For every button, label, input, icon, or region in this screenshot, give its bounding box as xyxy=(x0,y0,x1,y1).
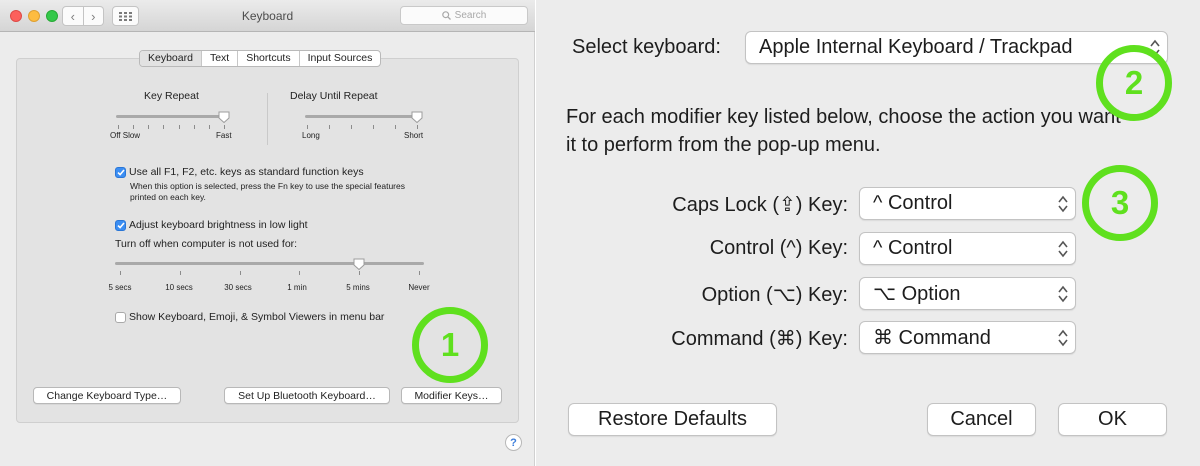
tab-bar: Keyboard Text Shortcuts Input Sources xyxy=(139,50,382,67)
turn-off-tick-label: 10 secs xyxy=(165,283,193,292)
ok-button[interactable]: OK xyxy=(1058,403,1167,436)
turn-off-tick-label: 30 secs xyxy=(224,283,252,292)
updown-arrows-icon xyxy=(1058,195,1068,213)
key-repeat-title: Key Repeat xyxy=(144,90,199,102)
tab-input-sources[interactable]: Input Sources xyxy=(298,51,381,66)
turn-off-tick-label: 5 secs xyxy=(108,283,132,292)
fn-keys-checkbox[interactable] xyxy=(115,167,126,178)
caps-lock-label: Caps Lock (⇪) Key: xyxy=(672,194,848,216)
delay-slider-knob[interactable] xyxy=(411,111,423,123)
delay-max-label: Short xyxy=(404,131,424,140)
updown-arrows-icon xyxy=(1058,329,1068,347)
slider-tick xyxy=(329,125,330,129)
step-marker-1: 1 xyxy=(412,307,488,383)
option-key-label: Option (⌥) Key: xyxy=(701,284,848,306)
slider-tick xyxy=(239,271,241,275)
slider-tick xyxy=(395,125,396,129)
option-key-popup[interactable]: ⌥ Option xyxy=(859,277,1076,310)
search-icon xyxy=(441,11,451,20)
fn-keys-label: Use all F1, F2, etc. keys as standard fu… xyxy=(129,166,364,178)
search-placeholder: Search xyxy=(454,10,487,21)
slider-tick xyxy=(417,125,418,129)
select-keyboard-value: Apple Internal Keyboard / Trackpad xyxy=(759,36,1073,58)
step-marker-2: 2 xyxy=(1096,45,1172,121)
turn-off-tick-label: Never xyxy=(408,283,430,292)
command-key-popup[interactable]: ⌘ Command xyxy=(859,321,1076,354)
slider-tick xyxy=(419,271,420,275)
brightness-label: Adjust keyboard brightness in low light xyxy=(129,219,308,231)
turn-off-slider-knob[interactable] xyxy=(353,258,365,270)
viewers-label: Show Keyboard, Emoji, & Symbol Viewers i… xyxy=(129,311,385,323)
delay-until-repeat-title: Delay Until Repeat xyxy=(290,90,378,102)
checkmark-icon xyxy=(116,222,125,229)
slider-divider xyxy=(267,93,268,145)
command-key-value: ⌘ Command xyxy=(873,327,991,349)
keyboard-preferences-window: ‹ › Keyboard Search Keyboard Text Shortc… xyxy=(0,0,535,466)
slider-tick xyxy=(359,271,361,275)
change-keyboard-type-button[interactable]: Change Keyboard Type… xyxy=(33,387,181,404)
tab-shortcuts[interactable]: Shortcuts xyxy=(237,51,298,66)
key-repeat-slider-knob[interactable] xyxy=(218,111,230,123)
updown-arrows-icon xyxy=(1058,285,1068,303)
slider-tick xyxy=(224,125,225,129)
slider-tick xyxy=(163,125,165,129)
fn-keys-description: When this option is selected, press the … xyxy=(130,181,405,202)
select-keyboard-label: Select keyboard: xyxy=(572,36,721,58)
slider-tick xyxy=(351,125,352,129)
slider-tick xyxy=(120,271,121,275)
slider-tick xyxy=(299,271,301,275)
restore-defaults-button[interactable]: Restore Defaults xyxy=(568,403,777,436)
cancel-button[interactable]: Cancel xyxy=(927,403,1036,436)
slider-tick xyxy=(373,125,374,129)
delay-track xyxy=(305,115,421,118)
slider-tick xyxy=(148,125,150,129)
modifier-keys-button[interactable]: Modifier Keys… xyxy=(401,387,502,404)
help-button[interactable]: ? xyxy=(505,434,522,451)
control-key-label: Control (^) Key: xyxy=(709,237,848,259)
tab-keyboard[interactable]: Keyboard xyxy=(140,51,201,66)
key-repeat-min-label: Off Slow xyxy=(110,131,141,140)
control-key-popup[interactable]: ^ Control xyxy=(859,232,1076,265)
caps-lock-value: ^ Control xyxy=(873,192,953,214)
key-repeat-max-label: Fast xyxy=(216,131,232,140)
slider-tick xyxy=(179,271,181,275)
turn-off-tick-label: 5 mins xyxy=(346,283,370,292)
slider-tick xyxy=(208,125,210,129)
option-key-value: ⌥ Option xyxy=(873,283,961,305)
slider-tick xyxy=(118,125,119,129)
step-marker-3: 3 xyxy=(1082,165,1158,241)
slider-tick xyxy=(193,125,195,129)
slider-tick xyxy=(307,125,308,129)
slider-tick xyxy=(133,125,135,129)
checkmark-icon xyxy=(116,169,125,176)
turn-off-label: Turn off when computer is not used for: xyxy=(115,238,298,250)
delay-min-label: Long xyxy=(302,131,320,140)
search-field[interactable]: Search xyxy=(400,6,528,25)
brightness-checkbox[interactable] xyxy=(115,220,126,231)
title-bar: ‹ › Keyboard Search xyxy=(0,0,535,32)
caps-lock-popup[interactable]: ^ Control xyxy=(859,187,1076,220)
instruction-text: For each modifier key listed below, choo… xyxy=(566,106,1121,156)
bluetooth-keyboard-button[interactable]: Set Up Bluetooth Keyboard… xyxy=(224,387,390,404)
slider-tick xyxy=(178,125,180,129)
turn-off-tick-label: 1 min xyxy=(287,283,307,292)
updown-arrows-icon xyxy=(1058,240,1068,258)
command-key-label: Command (⌘) Key: xyxy=(671,328,848,350)
turn-off-track xyxy=(115,262,424,265)
tab-text[interactable]: Text xyxy=(200,51,237,66)
viewers-checkbox[interactable] xyxy=(115,312,126,323)
key-repeat-track xyxy=(116,115,228,118)
control-key-value: ^ Control xyxy=(873,237,953,259)
